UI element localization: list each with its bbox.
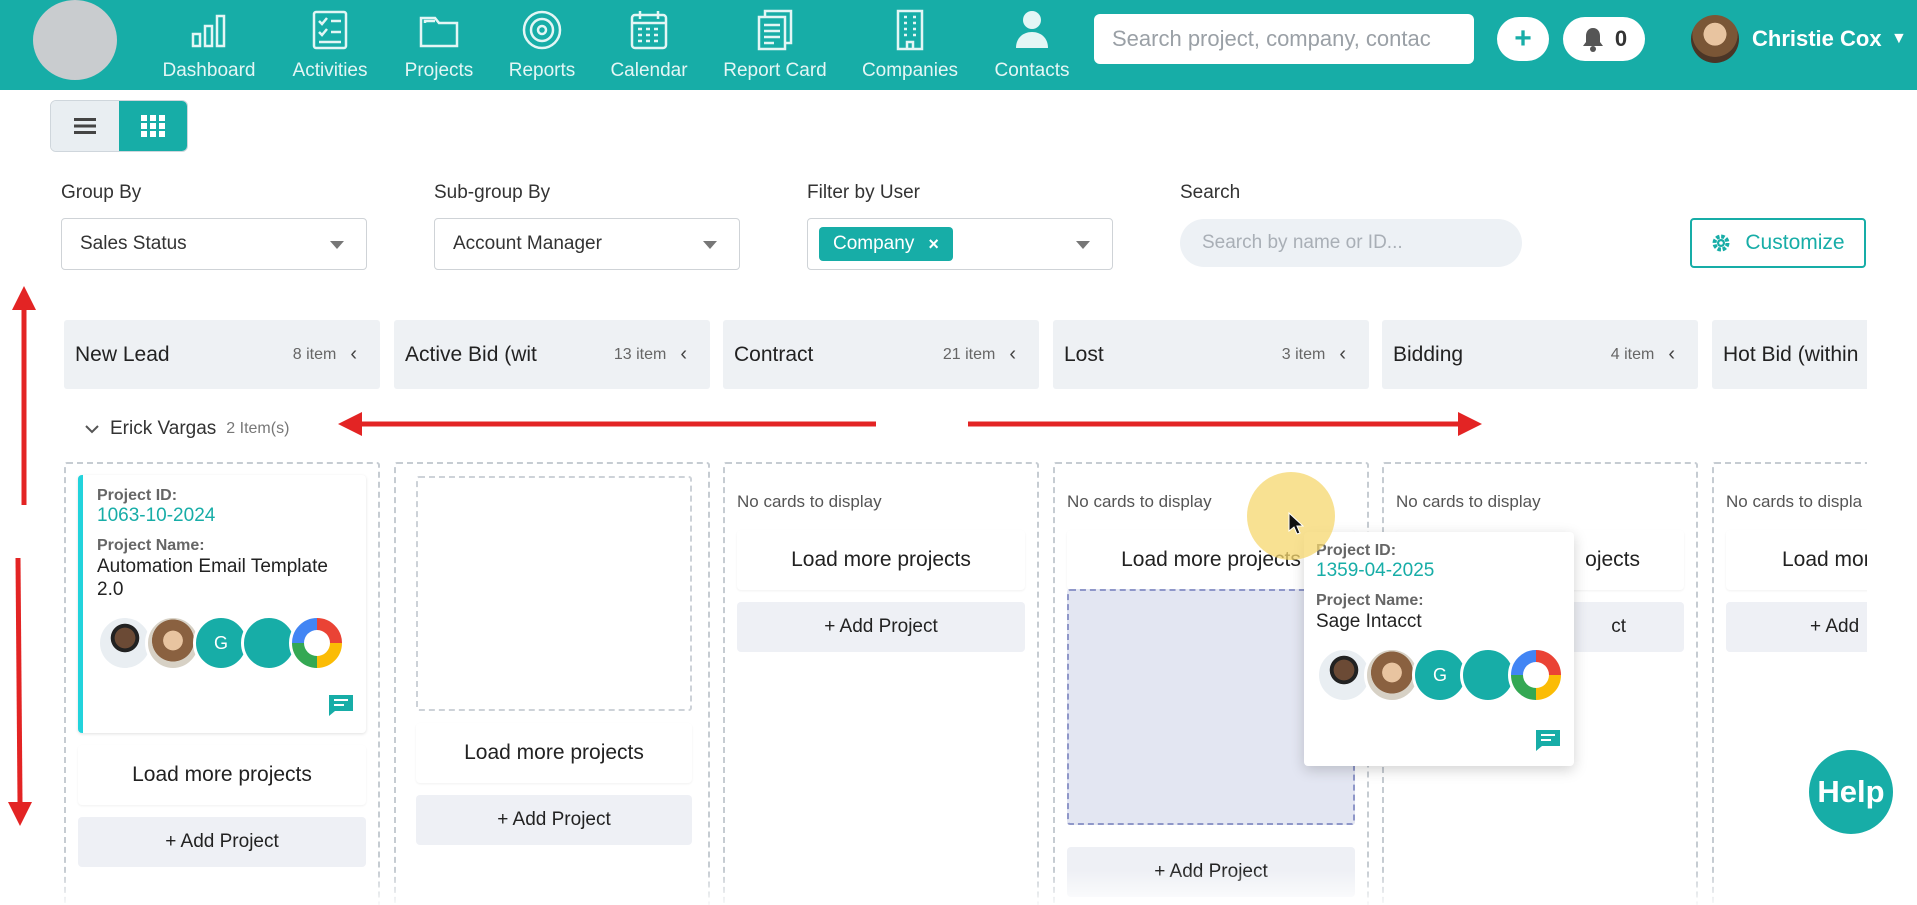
arrow-right-head: [1458, 412, 1482, 436]
arrow-up-head: [12, 286, 36, 310]
arrow-down-head: [8, 802, 32, 826]
help-button[interactable]: Help: [1806, 747, 1896, 837]
annotation-arrows: [8, 286, 1482, 826]
arrow-left-head: [338, 412, 362, 436]
arrow-down-shaft: [15, 557, 23, 803]
